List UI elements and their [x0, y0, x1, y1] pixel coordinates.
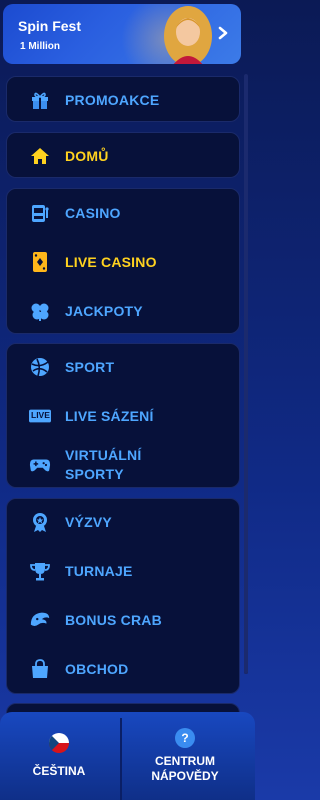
gift-icon — [29, 89, 51, 111]
playing-card-icon — [29, 251, 51, 273]
language-button[interactable]: ČEŠTINA — [0, 712, 118, 800]
banner-title: Spin Fest — [18, 18, 82, 34]
menu-item-casino[interactable]: CASINO — [7, 192, 239, 234]
shopping-bag-icon — [29, 658, 51, 680]
banner-subtitle: 1 Million — [20, 41, 60, 52]
menu-item-label: VÝZVY — [65, 514, 112, 530]
menu-item-label: LIVE CASINO — [65, 254, 157, 270]
slot-machine-icon — [29, 202, 51, 224]
gamepad-icon — [29, 454, 51, 476]
menu-item-sport[interactable]: SPORT — [7, 346, 239, 388]
promo-banner[interactable]: Spin Fest 1 Million — [3, 4, 241, 64]
menu-item-label: DOMŮ — [65, 148, 109, 164]
live-badge-icon: LIVE — [29, 405, 51, 427]
menu-item-label: TURNAJE — [65, 563, 133, 579]
trophy-icon — [29, 560, 51, 582]
menu-item-label: SPORT — [65, 359, 115, 375]
menu-item-label: VIRTUÁLNÍ SPORTY — [65, 446, 141, 484]
menu-item-label: JACKPOTY — [65, 303, 143, 319]
crab-claw-icon — [29, 609, 51, 631]
menu-item-promoakce[interactable]: PROMOAKCE — [7, 79, 239, 121]
menu-item-vyzvy[interactable]: VÝZVY — [7, 501, 239, 543]
menu-group-sport: SPORT LIVE LIVE SÁZENÍ VIRTUÁLNÍ SPORTY — [6, 343, 240, 488]
menu-item-jackpoty[interactable]: JACKPOTY — [7, 290, 239, 332]
sport-ball-icon — [29, 356, 51, 378]
chevron-right-icon[interactable] — [213, 24, 233, 44]
clover-icon — [29, 300, 51, 322]
menu-item-label: OBCHOD — [65, 661, 129, 677]
menu-item-live-casino[interactable]: LIVE CASINO — [7, 241, 239, 283]
medal-icon — [29, 511, 51, 533]
home-icon — [29, 145, 51, 167]
bottom-divider — [120, 718, 122, 800]
menu-item-label: LIVE SÁZENÍ — [65, 408, 154, 424]
menu-item-virtualni-sporty[interactable]: VIRTUÁLNÍ SPORTY — [7, 442, 239, 488]
help-icon: ? — [175, 728, 195, 748]
menu-item-label-line1: VIRTUÁLNÍ — [65, 447, 142, 463]
menu-item-bonus-crab[interactable]: BONUS CRAB — [7, 599, 239, 641]
help-center-label-line1: CENTRUM — [154, 754, 215, 768]
menu-group-rewards: VÝZVY TURNAJE BONUS CRAB OBCHOD — [6, 498, 240, 694]
menu-item-live-sazeni[interactable]: LIVE LIVE SÁZENÍ — [7, 395, 239, 437]
menu-item-label-line2: SPORTY — [65, 466, 124, 482]
menu-item-label: CASINO — [65, 205, 121, 221]
help-center-button[interactable]: ? CENTRUM NÁPOVĚDY — [126, 712, 244, 800]
live-badge-text: LIVE — [31, 410, 50, 420]
menu-group-casino: CASINO LIVE CASINO JACKPOTY — [6, 188, 240, 334]
bottom-bar: ČEŠTINA ? CENTRUM NÁPOVĚDY — [0, 712, 255, 800]
help-center-label: CENTRUM NÁPOVĚDY — [151, 754, 218, 784]
czech-flag-icon — [49, 733, 69, 758]
language-label: ČEŠTINA — [32, 764, 86, 778]
side-menu: Spin Fest 1 Million PROMOAKCE DOMŮ CASIN… — [0, 0, 255, 800]
banner-character-illustration — [164, 6, 212, 64]
help-center-label-line2: NÁPOVĚDY — [151, 769, 219, 783]
scrollbar-thumb[interactable] — [244, 74, 248, 674]
menu-item-obchod[interactable]: OBCHOD — [7, 648, 239, 690]
menu-group-promo: PROMOAKCE — [6, 76, 240, 122]
menu-item-label: PROMOAKCE — [65, 92, 160, 108]
menu-group-home: DOMŮ — [6, 132, 240, 178]
scrollbar[interactable] — [244, 74, 248, 674]
menu-item-domu[interactable]: DOMŮ — [7, 135, 239, 177]
menu-item-turnaje[interactable]: TURNAJE — [7, 550, 239, 592]
menu-item-label: BONUS CRAB — [65, 612, 162, 628]
